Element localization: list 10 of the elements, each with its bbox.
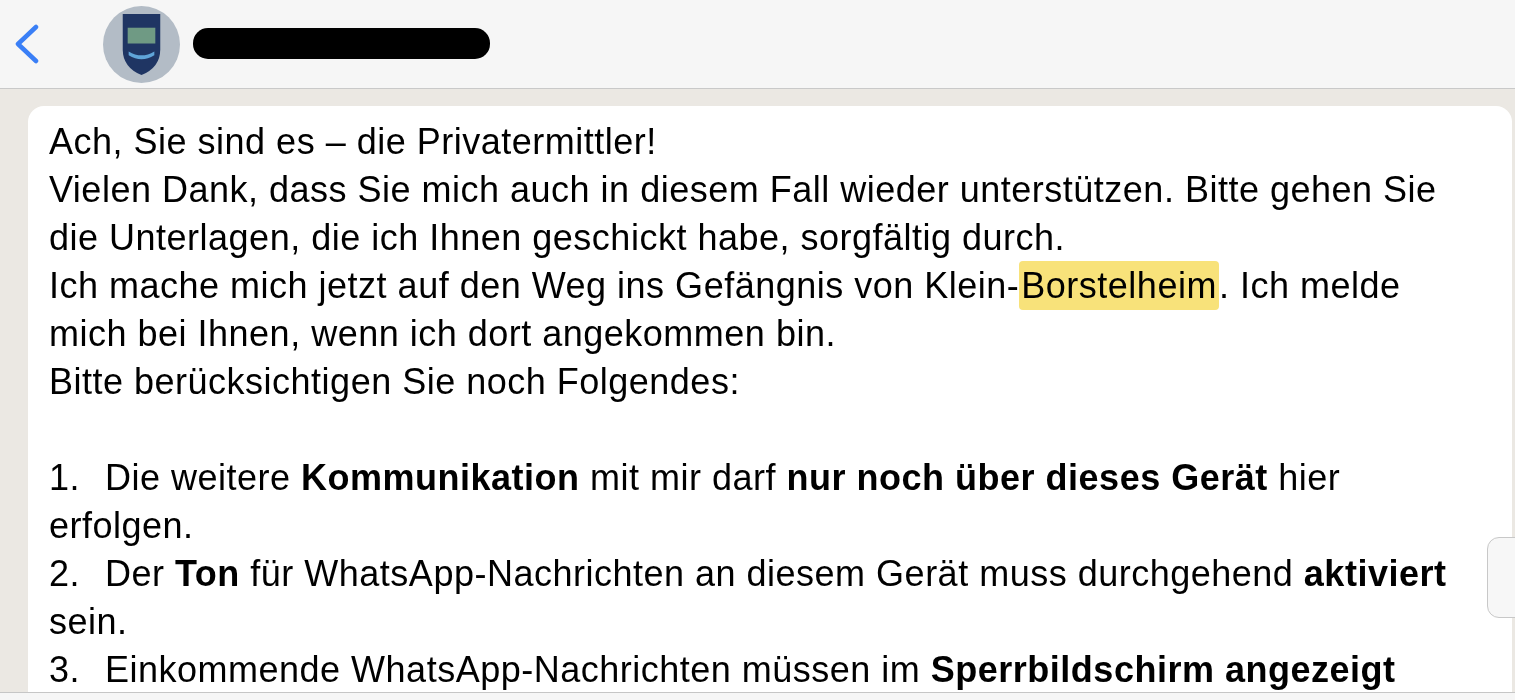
back-icon[interactable] [14,24,40,64]
shield-avatar-icon[interactable] [103,5,180,83]
message-text: Bitte berücksichtigen Sie noch Folgendes: [49,360,741,404]
message-text: Ich mache mich jetzt auf den Weg ins Gefängnis von Klein-Borstelheim. Ich melde mich bei Ihnen, wenn ich dort angekommen bin. [49,262,1470,358]
list-item: 2. Der Ton für WhatsApp-Nachrichten an diesem Gerät muss durchgehend aktiviert sein. [49,552,1448,644]
message-text: Vielen Dank, dass Sie mich auch in diesem Fall wieder unterstützen. Bitte gehen Sie die Unterlagen, die ich Ihnen geschickt habe, sorgfältig durch. [49,168,1438,260]
list-item: 1. Die weitere Kommunikation mit mir darf nur noch über dieses Gerät hier erfolgen. [49,456,1342,548]
list-item: 3. Einkommende WhatsApp-Nachrichten müssen im Sperrbildschirm angezeigt [49,648,1397,692]
message-text: Ach, Sie sind es – die Privatermittler! [49,120,658,164]
search-highlight: Borstelheim [1019,261,1219,310]
